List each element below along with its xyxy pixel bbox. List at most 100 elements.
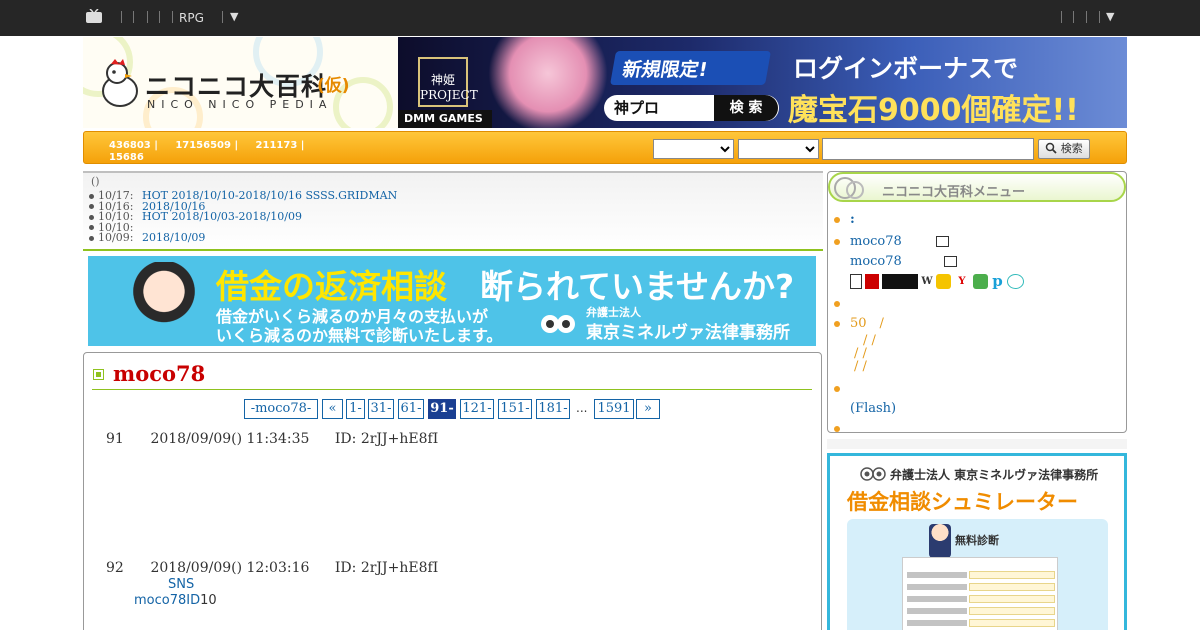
response-text: 10 [200,593,217,608]
menu-subitem[interactable]: / / [850,359,867,374]
menu-item [832,419,1122,439]
nav-item-rpg[interactable]: RPG [179,11,204,25]
response-date: 2018/09/09() 11:34:35 [150,431,310,447]
wikipedia-icon[interactable]: W [921,274,933,289]
menu-colon: : [850,212,855,227]
law-firm-ad-banner[interactable]: 借金の返済相談 断られていませんか? 借金がいくら減るのか月々の支払いが いくら… [88,256,816,346]
menu-fifty[interactable]: 50 / [850,316,884,331]
menu-item [832,379,1122,399]
service-icon[interactable] [1007,274,1024,289]
side-ad-character [929,524,951,558]
bullet-icon [834,386,840,392]
stat-pages: 211173 | [255,140,305,151]
search-input[interactable] [822,138,1034,160]
pager-next[interactable]: » [636,399,660,419]
tv-icon[interactable] [943,256,957,267]
niconico-tv-icon[interactable] [85,9,103,23]
nav-item[interactable] [222,11,223,23]
service-icon[interactable] [850,274,862,289]
pixiv-icon[interactable]: p [991,274,1004,289]
nav-user-dropdown[interactable]: ▼ [1106,10,1114,23]
game-ad-banner[interactable]: 神姫 PROJECT 新規限定! ログインボーナスで 魔宝石9000個確定!! … [398,37,1127,128]
form-label [907,620,967,626]
nav-item[interactable] [147,11,148,23]
pager-page[interactable]: 181- [536,399,570,419]
nav-more-dropdown[interactable]: ▼ [230,10,238,23]
nav-item[interactable] [1086,11,1087,23]
bullet-icon [834,426,840,432]
mascot-icon [102,59,138,107]
search-button-label: 検索 [1060,142,1083,155]
sidebar-law-ad[interactable]: 弁護士法人 東京ミネルヴァ法律事務所 借金相談シュミレーター 無料診断 [827,453,1127,630]
response-header: 91 2018/09/09() 11:34:35 ID: 2rJJ+hE8fI [106,431,438,447]
news-link[interactable]: 2018/10/09 [142,231,205,244]
nav-item[interactable] [159,11,160,23]
pager-page[interactable]: 1- [346,399,365,419]
menu-flash-link[interactable]: (Flash) [850,401,896,416]
form-field [969,619,1055,627]
form-label [907,572,967,578]
logo-subtitle: NICO NICO PEDIA [147,98,333,111]
nav-item[interactable] [121,11,122,23]
menu-user-link[interactable]: moco78 [850,254,902,269]
ad-title-1: 借金の返済相談 [216,267,447,306]
site-logo[interactable]: ニコニコ大百科 (仮) NICO NICO PEDIA [83,37,398,128]
nav-item[interactable] [1073,11,1074,23]
nav-item[interactable] [172,11,173,23]
menu-item: 50 / [832,314,1122,334]
menu-item: (Flash) [832,399,1122,419]
menu-title: ニコニコ大百科メニュー [882,185,1026,200]
news-link[interactable]: HOT 2018/10/03-2018/10/09 [142,210,302,223]
news-heading: () [91,175,100,188]
response-number[interactable]: 92 [106,560,146,576]
pager-last-page[interactable]: 1591 [594,399,634,419]
nav-item[interactable] [1061,11,1062,23]
menu-item: / / [832,360,1122,373]
banner-search-button: 検 索 [714,95,778,121]
menu-list: : moco78 moco78 W Yp 50 / / / / / / / (Fl… [832,210,1122,439]
response-number[interactable]: 91 [106,431,146,447]
ad-line-2: いくら減るのか無料で診断いたします。 [216,326,503,345]
owl-logo-icon [860,467,886,481]
stat-count: 15686 [109,152,144,163]
service-icon[interactable] [936,274,951,289]
search-button[interactable]: 検索 [1038,139,1090,159]
service-icon[interactable] [865,274,879,289]
pager-page[interactable]: 121- [460,399,494,419]
nav-item[interactable] [1099,11,1100,23]
side-ad-title: 借金相談シュミレーター [847,490,1078,514]
pagination: -moco78- « 1- 31- 61- 91- 121- 151- 181-… [84,399,823,421]
niconico-service-icon[interactable] [882,274,918,289]
pager-page[interactable]: 151- [498,399,532,419]
menu-item: / / [832,347,1122,360]
menu-item: / / [832,334,1122,347]
response-id: ID: 2rJJ+hE8fI [334,560,439,576]
form-row [907,619,1055,628]
kamihime-logo: 神姫 PROJECT [418,57,478,107]
pager-page[interactable]: 61- [398,399,424,419]
ad-character [124,262,204,346]
banner-character [483,37,613,128]
pager-article-link[interactable]: -moco78- [244,399,318,419]
pager-page[interactable]: 31- [368,399,394,419]
search-category-select[interactable] [653,139,734,159]
side-ad-form-preview [902,557,1058,630]
response-body-line[interactable]: SNS [168,577,194,593]
menu-user-link[interactable]: moco78 [850,234,902,249]
bullet-icon [89,225,94,230]
title-divider [92,389,812,390]
pager-prev[interactable]: « [322,399,343,419]
nav-item[interactable] [133,11,134,23]
title-marker-icon [93,369,104,380]
article-title: moco78 [113,361,206,386]
search-type-select[interactable] [738,139,819,159]
menu-header: ニコニコ大百科メニュー [828,172,1126,202]
search-bar: 436803 | 17156509 | 211173 | 15686 検索 [83,131,1127,164]
yahoo-icon[interactable]: Y [954,274,970,289]
service-icon[interactable] [973,274,988,289]
tv-icon[interactable] [935,236,949,247]
response-link[interactable]: moco78ID [134,593,200,608]
side-ad-free-label: 無料診断 [955,534,999,547]
site-stats: 436803 | 17156509 | 211173 | 15686 [109,140,339,164]
dmm-games-logo: DMM GAMES [398,110,492,128]
